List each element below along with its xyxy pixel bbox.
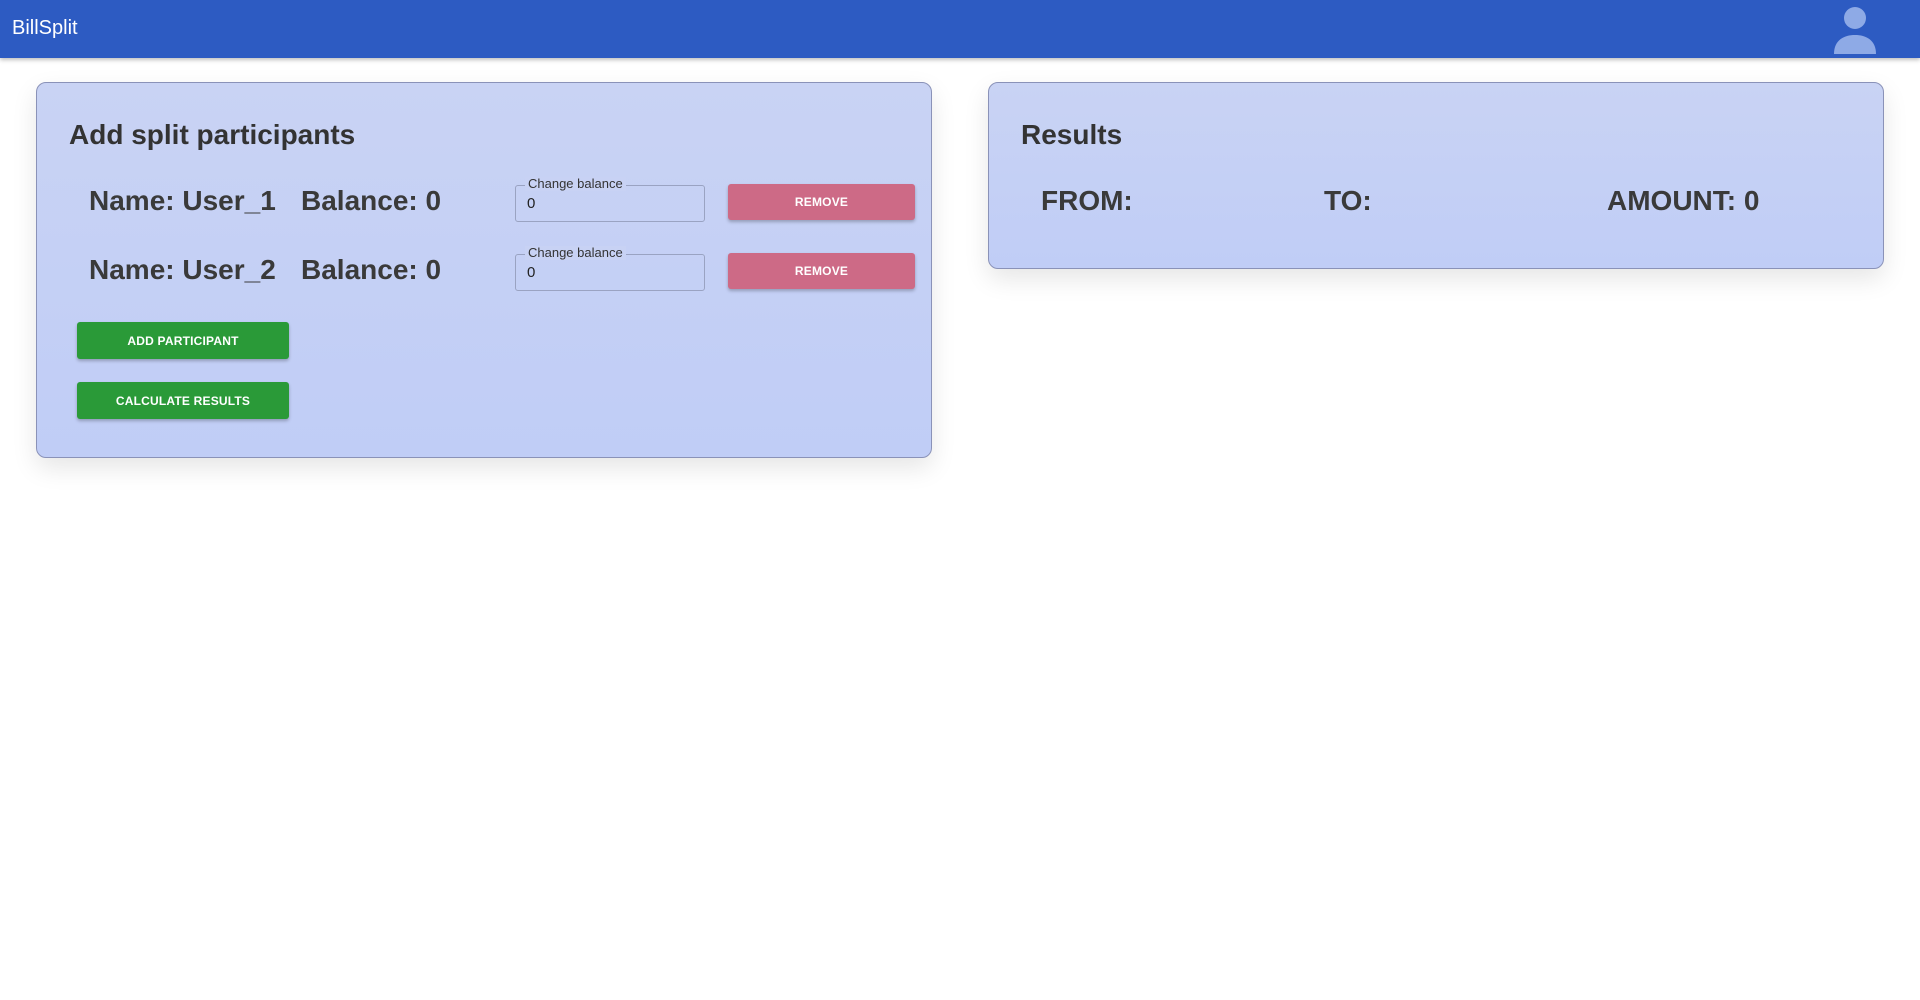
participants-card-title: Add split participants bbox=[69, 119, 356, 150]
change-balance-field[interactable]: Change balance bbox=[515, 177, 705, 222]
change-balance-label: Change balance bbox=[525, 246, 626, 260]
change-balance-field[interactable]: Change balance bbox=[515, 246, 705, 291]
participant-name: Name: User_1 bbox=[89, 185, 276, 216]
user-avatar-icon[interactable] bbox=[1830, 4, 1880, 54]
remove-button[interactable]: REMOVE bbox=[728, 253, 915, 289]
participant-row: Name: User_1 Balance: 0 Change balance R… bbox=[37, 177, 931, 223]
participant-balance: Balance: 0 bbox=[301, 254, 442, 285]
avatar-svg bbox=[1834, 7, 1876, 54]
result-to: TO: bbox=[1324, 185, 1372, 216]
add-participant-button[interactable]: ADD PARTICIPANT bbox=[77, 322, 289, 359]
result-amount: AMOUNT: 0 bbox=[1607, 185, 1760, 216]
result-from: FROM: bbox=[1041, 185, 1133, 216]
change-balance-input[interactable] bbox=[527, 195, 695, 212]
remove-button[interactable]: REMOVE bbox=[728, 184, 915, 220]
change-balance-input[interactable] bbox=[527, 264, 695, 281]
change-balance-label: Change balance bbox=[525, 177, 626, 191]
results-card: Results FROM: TO: AMOUNT: 0 bbox=[988, 82, 1884, 269]
results-card-title: Results bbox=[1021, 119, 1123, 150]
participant-balance: Balance: 0 bbox=[301, 185, 442, 216]
result-row: FROM: TO: AMOUNT: 0 bbox=[989, 183, 1883, 223]
participant-name: Name: User_2 bbox=[89, 254, 276, 285]
participant-row: Name: User_2 Balance: 0 Change balance R… bbox=[37, 246, 931, 292]
participants-card: Add split participants Name: User_1 Bala… bbox=[36, 82, 932, 458]
app-title: BillSplit bbox=[12, 17, 78, 39]
calculate-results-button[interactable]: CALCULATE RESULTS bbox=[77, 382, 289, 419]
app-bar: BillSplit bbox=[0, 0, 1920, 58]
